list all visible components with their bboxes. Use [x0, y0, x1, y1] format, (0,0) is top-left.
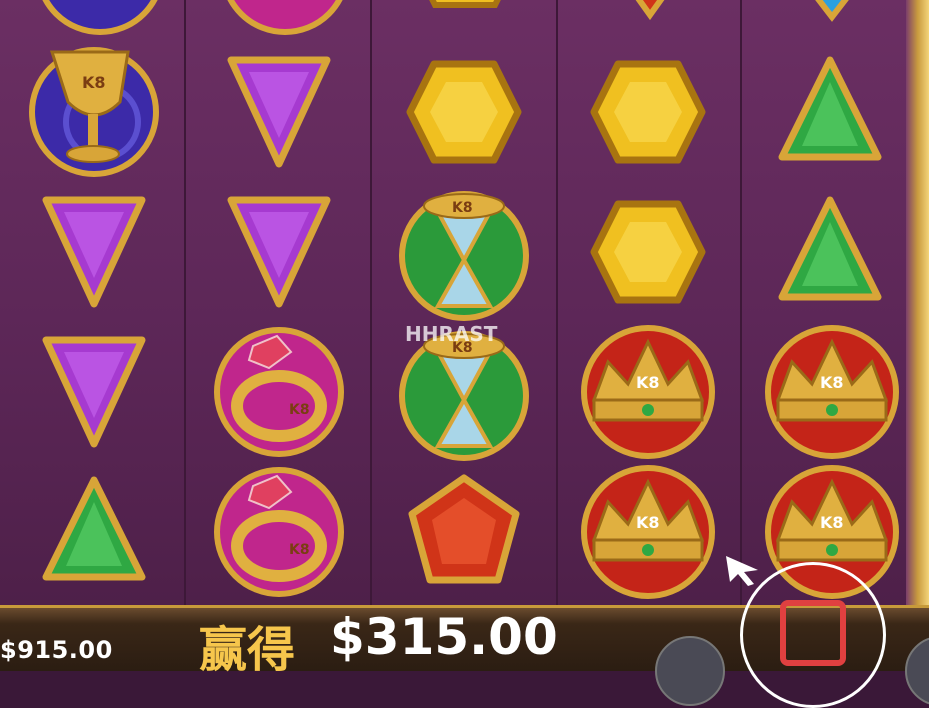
ring-symbol-partial [215, 0, 355, 40]
red-gem-symbol [394, 462, 534, 602]
svg-text:K8: K8 [289, 402, 310, 418]
purple-gem-symbol [24, 322, 164, 462]
crown-symbol: K8 [762, 322, 902, 462]
yellow-gem-symbol [394, 42, 534, 182]
svg-text:K8: K8 [636, 513, 660, 532]
purple-gem-symbol [24, 182, 164, 322]
win-label: 赢得 [199, 622, 296, 678]
ring-symbol: K8 [209, 462, 349, 602]
purple-gem-symbol [209, 182, 349, 322]
autoplay-button[interactable] [655, 636, 725, 706]
arrow-cursor-icon [724, 552, 764, 592]
green-gem-symbol [760, 42, 900, 182]
crown-symbol: K8 [578, 462, 718, 602]
balance-value: $915.00 [0, 636, 113, 664]
svg-text:K8: K8 [82, 73, 106, 92]
reel-grid: K8 K8 K8 K8 K8 HHRAST K8 K8 K8 K8 [0, 0, 929, 605]
svg-text:K8: K8 [820, 513, 844, 532]
svg-text:K8: K8 [636, 373, 660, 392]
blue-gem-symbol-partial [762, 0, 902, 25]
chalice-symbol-partial [30, 0, 170, 40]
red-gem-symbol-partial [580, 0, 720, 25]
chalice-symbol: K8 [24, 42, 164, 182]
stop-square-icon[interactable] [780, 600, 846, 666]
svg-text:K8: K8 [820, 373, 844, 392]
ring-symbol: K8 [209, 322, 349, 462]
hourglass-symbol: K8 [394, 182, 534, 322]
watermark-text: HHRAST [405, 322, 498, 346]
yellow-gem-symbol-partial [395, 0, 535, 25]
green-gem-symbol [24, 462, 164, 602]
yellow-gem-symbol [578, 182, 718, 322]
yellow-gem-symbol [578, 42, 718, 182]
frame-right-ornament [906, 0, 929, 605]
green-gem-symbol [760, 182, 900, 322]
crown-symbol: K8 [578, 322, 718, 462]
svg-text:K8: K8 [289, 542, 310, 558]
purple-gem-symbol [209, 42, 349, 182]
win-amount: $315.00 [330, 608, 558, 666]
svg-text:K8: K8 [452, 200, 473, 216]
